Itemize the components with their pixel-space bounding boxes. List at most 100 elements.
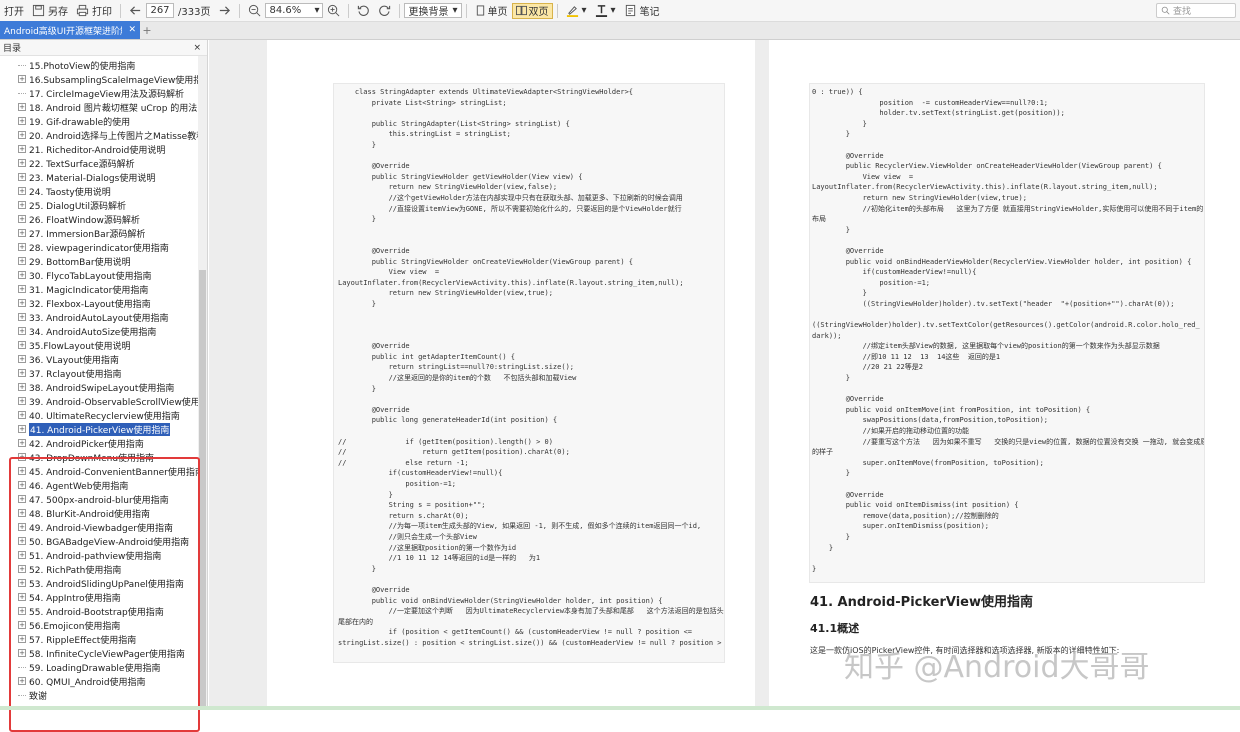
expand-icon[interactable]: +: [18, 229, 26, 237]
expand-icon[interactable]: +: [18, 369, 26, 377]
toc-item-label: 16.SubsamplingScaleImageView使用指南: [29, 75, 198, 86]
prev-page-button[interactable]: [125, 1, 146, 21]
page-total-label: /333页: [178, 7, 211, 18]
expand-icon[interactable]: +: [18, 243, 26, 251]
rotate-right-button[interactable]: [374, 1, 395, 21]
single-page-label: 单页: [487, 7, 508, 18]
toc-item-label: 26. FloatWindow源码解析: [29, 215, 140, 226]
toc-item[interactable]: 17. CircleImageView用法及源码解析: [0, 86, 198, 100]
document-view[interactable]: class StringAdapter extends UltimateView…: [209, 40, 1240, 710]
expand-icon[interactable]: +: [18, 75, 26, 83]
toc-item-label: 25. DialogUtil源码解析: [29, 201, 126, 212]
expand-icon[interactable]: +: [18, 131, 26, 139]
right-page: 0 : true)) { position -= customHeaderVie…: [769, 40, 1240, 710]
toc-item[interactable]: +26. FloatWindow源码解析: [0, 212, 198, 226]
expand-icon[interactable]: +: [18, 355, 26, 363]
expand-icon[interactable]: +: [18, 383, 26, 391]
search-icon: [1161, 6, 1170, 15]
expand-icon[interactable]: +: [18, 425, 26, 433]
toc-item[interactable]: 15.PhotoView的使用指南: [0, 58, 198, 72]
expand-icon[interactable]: +: [18, 145, 26, 153]
expand-icon[interactable]: +: [18, 285, 26, 293]
toc-item[interactable]: +31. MagicIndicator使用指南: [0, 282, 198, 296]
toc-item[interactable]: +37. Rclayout使用指南: [0, 366, 198, 380]
toc-item[interactable]: +39. Android-ObservableScrollView使用指南: [0, 394, 198, 408]
open-button[interactable]: 打开: [0, 1, 28, 21]
toc-item[interactable]: +16.SubsamplingScaleImageView使用指南: [0, 72, 198, 86]
expand-icon[interactable]: +: [18, 201, 26, 209]
change-background-select[interactable]: 更换背景 ▾: [404, 3, 462, 18]
subsection-heading: 41.1概述: [810, 622, 860, 635]
new-tab-button[interactable]: +: [140, 21, 154, 39]
toc-scrollbar-thumb[interactable]: [199, 270, 206, 710]
toc-item[interactable]: +22. TextSurface源码解析: [0, 156, 198, 170]
toc-item[interactable]: +20. Android选择与上传图片之Matisse教程: [0, 128, 198, 142]
toc-item[interactable]: +21. Richeditor-Android使用说明: [0, 142, 198, 156]
chevron-down-icon: ▾: [452, 5, 458, 16]
toc-item[interactable]: +28. viewpagerindicator使用指南: [0, 240, 198, 254]
toc-title: 目录: [3, 44, 22, 54]
toc-item-label: 23. Material-Dialogs使用说明: [29, 173, 156, 184]
toc-item[interactable]: +33. AndroidAutoLayout使用指南: [0, 310, 198, 324]
toc-item[interactable]: +32. Flexbox-Layout使用指南: [0, 296, 198, 310]
page-number-input[interactable]: 267: [146, 3, 174, 18]
close-icon[interactable]: ×: [193, 43, 201, 53]
toc-item-label: 27. ImmersionBar源码解析: [29, 229, 146, 240]
toc-item[interactable]: +35.FlowLayout使用说明: [0, 338, 198, 352]
expand-icon[interactable]: +: [18, 103, 26, 111]
toc-item[interactable]: +25. DialogUtil源码解析: [0, 198, 198, 212]
double-page-button[interactable]: 双页: [511, 2, 553, 19]
toc-item[interactable]: +18. Android 图片裁切框架 uCrop 的用法: [0, 100, 198, 114]
rotate-left-button[interactable]: [353, 1, 374, 21]
save-as-label: 另存: [48, 7, 68, 18]
search-input[interactable]: 查找: [1156, 3, 1236, 18]
highlighter-button[interactable]: ▾: [562, 1, 591, 21]
expand-icon[interactable]: +: [18, 299, 26, 307]
zoom-out-button[interactable]: [244, 1, 265, 21]
expand-icon[interactable]: +: [18, 439, 26, 447]
expand-icon[interactable]: +: [18, 327, 26, 335]
expand-icon[interactable]: +: [18, 411, 26, 419]
expand-icon[interactable]: +: [18, 313, 26, 321]
text-color-button[interactable]: ▾: [591, 1, 620, 21]
next-page-button[interactable]: [214, 1, 235, 21]
red-highlight-box: [9, 457, 200, 732]
toc-item[interactable]: +38. AndroidSwipeLayout使用指南: [0, 380, 198, 394]
zoom-select[interactable]: 84.6% ▾: [265, 3, 324, 18]
toc-item[interactable]: +40. UltimateRecyclerview使用指南: [0, 408, 198, 422]
print-button[interactable]: 打印: [72, 1, 116, 21]
expand-icon[interactable]: +: [18, 271, 26, 279]
toc-item[interactable]: +30. FlycoTabLayout使用指南: [0, 268, 198, 282]
close-icon[interactable]: ✕: [128, 25, 136, 35]
expand-icon[interactable]: +: [18, 257, 26, 265]
save-as-button[interactable]: 另存: [28, 1, 72, 21]
open-label: 打开: [4, 7, 24, 18]
toc-item[interactable]: +19. Gif-drawable的使用: [0, 114, 198, 128]
expand-icon[interactable]: +: [18, 173, 26, 181]
toc-item[interactable]: +29. BottomBar使用说明: [0, 254, 198, 268]
toc-item[interactable]: +24. Taosty使用说明: [0, 184, 198, 198]
expand-icon[interactable]: +: [18, 215, 26, 223]
zoom-in-button[interactable]: [323, 1, 344, 21]
expand-icon[interactable]: +: [18, 397, 26, 405]
save-icon: [32, 4, 45, 17]
toc-item[interactable]: +41. Android-PickerView使用指南: [0, 422, 198, 436]
toc-header: 目录 ×: [0, 40, 207, 56]
single-page-button[interactable]: 单页: [471, 3, 512, 19]
expand-icon[interactable]: +: [18, 159, 26, 167]
toc-item[interactable]: +34. AndroidAutoSize使用指南: [0, 324, 198, 338]
expand-icon[interactable]: +: [18, 117, 26, 125]
expand-icon[interactable]: +: [18, 341, 26, 349]
toc-item[interactable]: +27. ImmersionBar源码解析: [0, 226, 198, 240]
notes-button[interactable]: 笔记: [620, 1, 664, 21]
watermark: 知乎 @Android大哥哥: [844, 650, 1150, 685]
toc-item-label: 36. VLayout使用指南: [29, 355, 119, 366]
change-background-label: 更换背景: [408, 7, 449, 18]
code-block: 0 : true)) { position -= customHeaderVie…: [809, 83, 1205, 583]
expand-icon[interactable]: +: [18, 187, 26, 195]
toc-item[interactable]: +23. Material-Dialogs使用说明: [0, 170, 198, 184]
toc-item[interactable]: +42. AndroidPicker使用指南: [0, 436, 198, 450]
toc-item-label: 42. AndroidPicker使用指南: [29, 439, 144, 450]
document-tab[interactable]: Android高级UI开源框架进阶解 ✕: [0, 21, 140, 39]
toc-item[interactable]: +36. VLayout使用指南: [0, 352, 198, 366]
